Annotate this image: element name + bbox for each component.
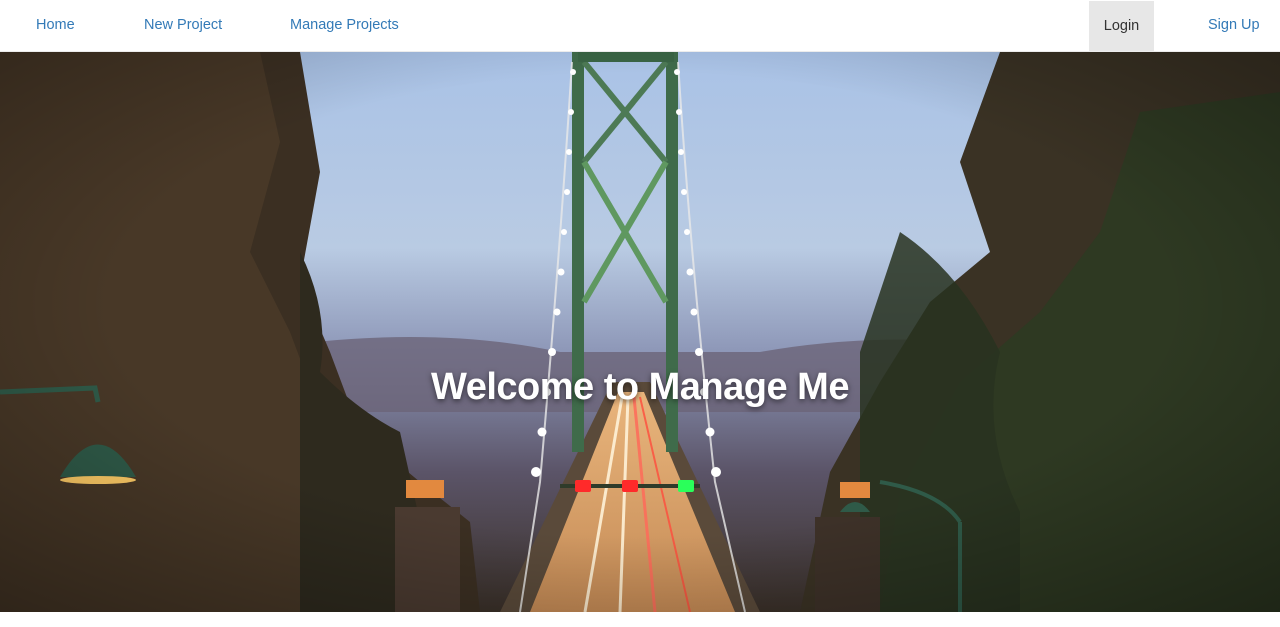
nav-login-link[interactable]: Login	[1089, 1, 1154, 51]
nav-signup-link[interactable]: Sign Up	[1208, 0, 1260, 51]
nav-manage-projects-link[interactable]: Manage Projects	[290, 0, 399, 51]
hero-title: Welcome to Manage Me	[431, 366, 849, 408]
hero-banner: Welcome to Manage Me	[0, 52, 1280, 612]
nav-new-project-link[interactable]: New Project	[144, 0, 222, 51]
hero-bridge-image	[0, 52, 1280, 612]
nav-home-link[interactable]: Home	[36, 0, 75, 51]
top-navbar: Home New Project Manage Projects Login S…	[0, 0, 1280, 52]
